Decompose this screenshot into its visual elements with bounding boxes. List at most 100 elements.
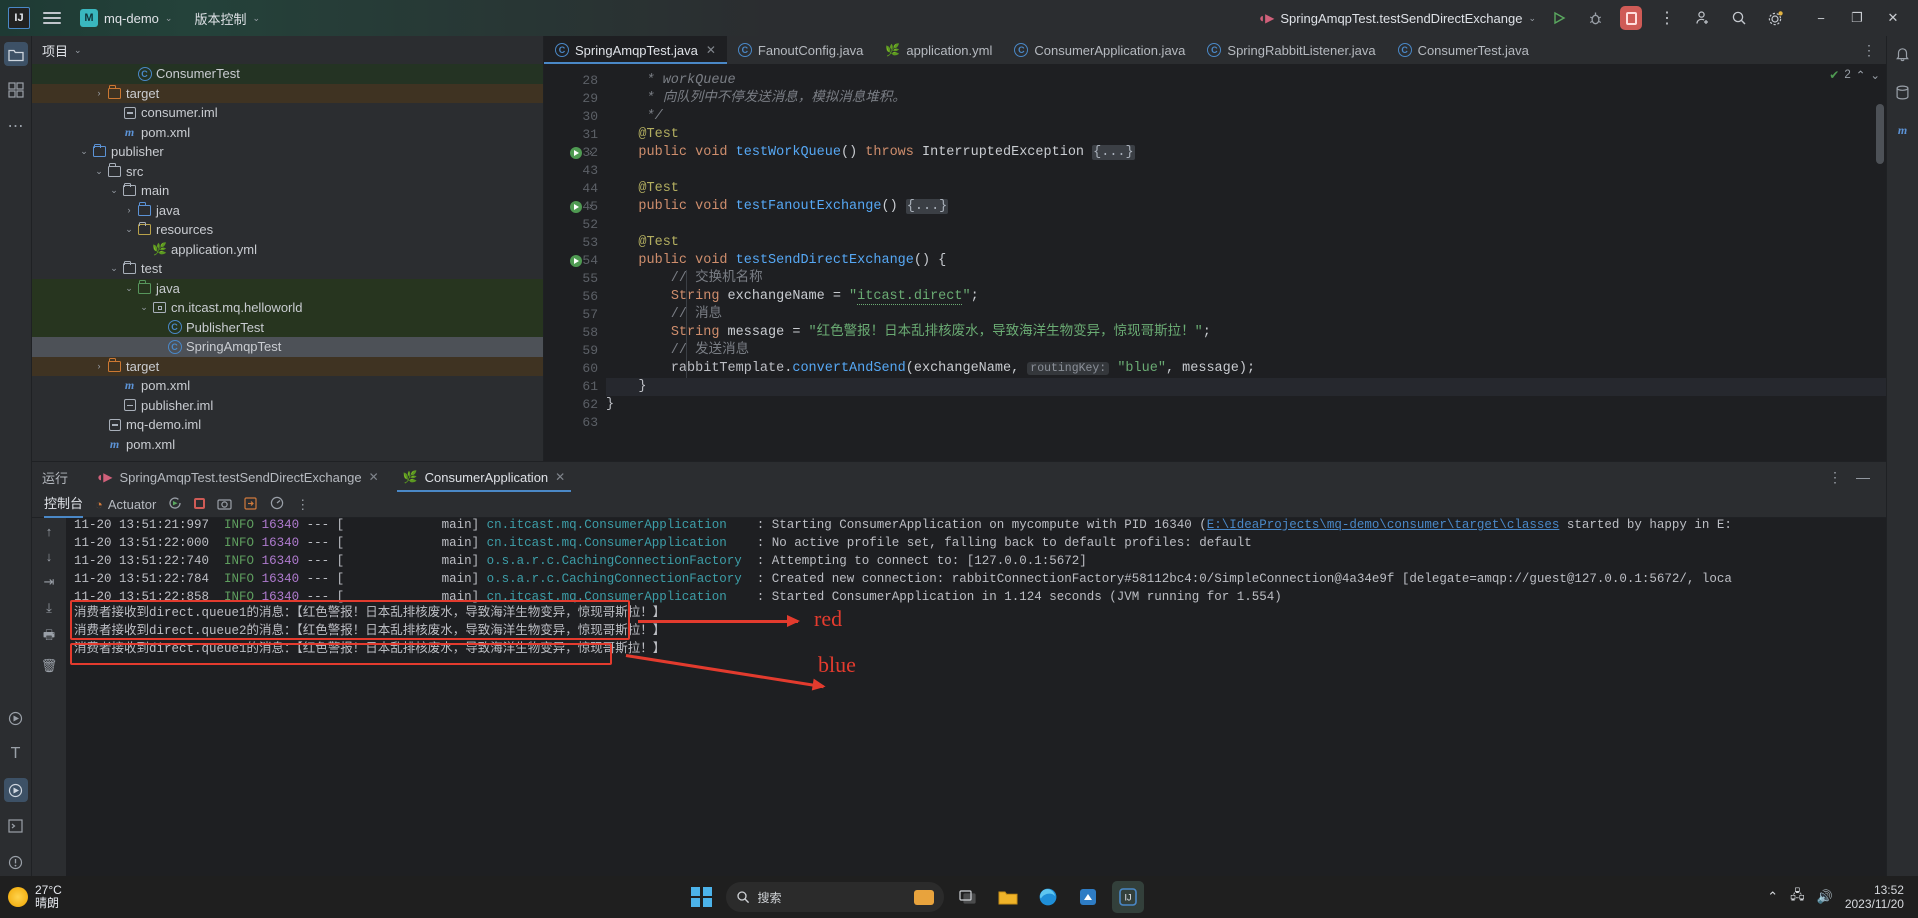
- stop-button[interactable]: [1618, 5, 1644, 31]
- tree-node-consumer-iml[interactable]: consumer.iml: [32, 103, 543, 123]
- more-options-icon[interactable]: ⋮: [1828, 469, 1842, 486]
- tree-node-mq-demo-iml[interactable]: mq-demo.iml: [32, 415, 543, 435]
- todo-tool-icon[interactable]: T: [4, 742, 28, 766]
- editor-tab-springrabbitlistener-java[interactable]: C SpringRabbitListener.java: [1196, 36, 1386, 64]
- tree-twisty[interactable]: ⌄: [107, 263, 121, 274]
- debug-tool-icon[interactable]: [3, 778, 28, 802]
- console-output[interactable]: 11-20 13:51:21:997 INFO 16340 --- [ main…: [66, 518, 1886, 894]
- tree-node-pom-xml[interactable]: m pom.xml: [32, 376, 543, 396]
- editor-tab-springamqptest-java[interactable]: C SpringAmqpTest.java ✕: [544, 36, 727, 64]
- editor-tab-application-yml[interactable]: 🌿 application.yml: [874, 36, 1003, 64]
- run-tab-springamqptest[interactable]: ◖▶ SpringAmqpTest.testSendDirectExchange…: [84, 462, 391, 492]
- tree-node-publisher[interactable]: ⌄ publisher: [32, 142, 543, 162]
- editor-gutter[interactable]: 28 29 30 31 32 › 43 44 45 › 52 53 54 55 56 57 58 59 60 61 62…: [544, 64, 606, 461]
- editor-tab-consumertest-java[interactable]: C ConsumerTest.java: [1387, 36, 1540, 64]
- vcs-selector[interactable]: 版本控制 ⌄: [188, 7, 266, 30]
- run-test-gutter-icon[interactable]: [570, 147, 582, 159]
- tree-twisty[interactable]: ⌄: [107, 185, 121, 196]
- tree-node-target[interactable]: › target: [32, 83, 543, 103]
- tree-twisty[interactable]: ⌄: [77, 146, 91, 157]
- editor-tab-bar[interactable]: C SpringAmqpTest.java ✕ C FanoutConfig.java 🌿…: [544, 36, 1886, 64]
- tree-node-application-yml[interactable]: 🌿 application.yml: [32, 240, 543, 260]
- clear-all-icon[interactable]: 🗑: [41, 658, 58, 674]
- problems-tool-icon[interactable]: [4, 850, 28, 874]
- network-icon[interactable]: 🖧: [1790, 886, 1805, 908]
- soft-wrap-icon[interactable]: ⇥: [44, 574, 55, 590]
- tree-twisty[interactable]: ›: [122, 205, 136, 215]
- more-actions-icon[interactable]: ⋮: [1654, 5, 1680, 31]
- tree-twisty[interactable]: ›: [92, 88, 106, 98]
- debug-button[interactable]: [1582, 5, 1608, 31]
- close-icon[interactable]: ✕: [555, 470, 565, 484]
- tree-node-java[interactable]: › java: [32, 201, 543, 221]
- more-tool-windows-icon[interactable]: ⋯: [4, 114, 28, 138]
- close-icon[interactable]: ✕: [706, 43, 716, 57]
- tree-twisty[interactable]: ⌄: [122, 283, 136, 294]
- tree-node-target[interactable]: › target: [32, 356, 543, 376]
- tree-node-src[interactable]: ⌄ src: [32, 162, 543, 182]
- project-tool-icon[interactable]: [3, 42, 28, 66]
- settings-gear-icon[interactable]: [1762, 5, 1788, 31]
- close-icon[interactable]: ✕: [369, 470, 379, 484]
- terminal-tool-icon[interactable]: [4, 814, 28, 838]
- minimize-button[interactable]: −: [1804, 4, 1838, 32]
- hide-window-icon[interactable]: —: [1856, 469, 1870, 485]
- taskbar-clock[interactable]: 13:52 2023/11/20: [1845, 883, 1910, 911]
- notifications-icon[interactable]: [1891, 42, 1915, 66]
- screenshot-icon[interactable]: [217, 497, 232, 513]
- run-tab-consumerapplication[interactable]: 🌿 ConsumerApplication ✕: [391, 462, 578, 492]
- taskbar-search[interactable]: 搜索: [725, 882, 944, 912]
- run-configuration-selector[interactable]: ◖▶ SpringAmqpTest.testSendDirectExchange…: [1258, 11, 1536, 26]
- widget-icon[interactable]: [913, 889, 934, 905]
- analyze-icon[interactable]: [270, 496, 284, 513]
- store-button[interactable]: [1072, 881, 1104, 913]
- edge-browser-button[interactable]: [1032, 881, 1064, 913]
- fold-arrow-icon[interactable]: ›: [589, 198, 592, 216]
- editor-tab-fanoutconfig-java[interactable]: C FanoutConfig.java: [727, 36, 875, 64]
- fold-arrow-icon[interactable]: ›: [589, 144, 592, 162]
- tree-twisty[interactable]: ›: [92, 361, 106, 371]
- main-menu-icon[interactable]: [40, 6, 64, 30]
- tree-node-test[interactable]: ⌄ test: [32, 259, 543, 279]
- actuator-tab[interactable]: ◔ Actuator: [95, 497, 156, 512]
- console-more-icon[interactable]: ⋮: [296, 497, 309, 513]
- task-view-button[interactable]: [952, 881, 984, 913]
- file-explorer-button[interactable]: [992, 881, 1024, 913]
- tree-twisty[interactable]: ⌄: [122, 224, 136, 235]
- tree-twisty[interactable]: ⌄: [92, 166, 106, 177]
- run-tool-icon[interactable]: [4, 706, 28, 730]
- rerun-icon[interactable]: [168, 496, 182, 513]
- database-icon[interactable]: [1891, 80, 1915, 104]
- tree-node-pom-xml[interactable]: m pom.xml: [32, 123, 543, 143]
- export-icon[interactable]: [244, 496, 258, 513]
- tray-expand-icon[interactable]: ⌃: [1767, 889, 1778, 905]
- tree-node-pom-xml[interactable]: m pom.xml: [32, 435, 543, 455]
- stop-icon[interactable]: [194, 497, 206, 512]
- scroll-to-end-icon[interactable]: ⤓: [46, 600, 52, 616]
- weather-widget[interactable]: 27°C 晴朗: [8, 884, 62, 910]
- tree-node-springamqptest[interactable]: C SpringAmqpTest: [32, 337, 543, 357]
- chevron-down-icon[interactable]: ⌄: [74, 45, 82, 56]
- intellij-taskbar-button[interactable]: IJ: [1111, 881, 1144, 913]
- scroll-down-icon[interactable]: ↓: [46, 549, 53, 564]
- tree-node-cn-itcast-mq-helloworld[interactable]: ⌄ cn.itcast.mq.helloworld: [32, 298, 543, 318]
- code-editor[interactable]: ✔ 2 ⌃ ⌄ 28 29 30 31 32 › 43 44 45 › 52 53 54 55 56 57 58…: [544, 64, 1886, 461]
- project-selector[interactable]: M mq-demo ⌄: [74, 7, 178, 29]
- editor-code[interactable]: * workQueue * 向队列中不停发送消息，模拟消息堆积。 */ @Tes…: [606, 64, 1886, 461]
- start-button[interactable]: [686, 881, 718, 913]
- tree-node-main[interactable]: ⌄ main: [32, 181, 543, 201]
- tree-node-resources[interactable]: ⌄ resources: [32, 220, 543, 240]
- maven-tool-icon[interactable]: m: [1891, 118, 1915, 142]
- tree-node-java[interactable]: ⌄ java: [32, 278, 543, 298]
- run-test-gutter-icon[interactable]: [570, 255, 582, 267]
- tree-twisty[interactable]: ⌄: [137, 302, 151, 313]
- editor-scrollbar[interactable]: [1876, 104, 1884, 164]
- volume-icon[interactable]: 🔊: [1817, 889, 1833, 905]
- tree-node-consumertest[interactable]: C ConsumerTest: [32, 64, 543, 84]
- tree-node-publisher-iml[interactable]: publisher.iml: [32, 396, 543, 416]
- close-button[interactable]: ✕: [1876, 4, 1910, 32]
- project-tree[interactable]: C ConsumerTest › target consumer.iml m pom.xml…: [32, 64, 543, 461]
- commit-tool-icon[interactable]: [4, 78, 28, 102]
- tree-node-publishertest[interactable]: C PublisherTest: [32, 317, 543, 337]
- scroll-up-icon[interactable]: ↑: [46, 524, 53, 539]
